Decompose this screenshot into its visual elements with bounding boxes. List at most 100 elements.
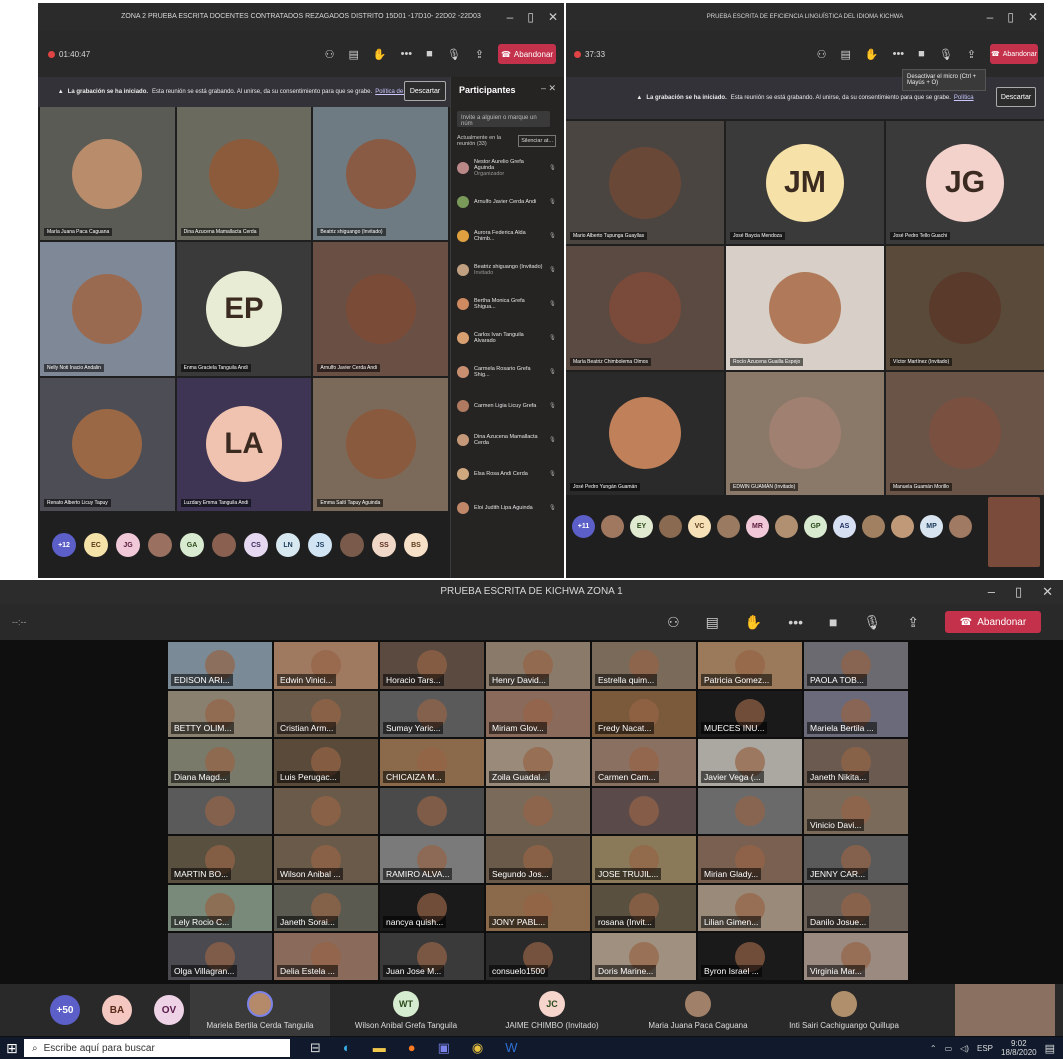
video-tile[interactable]: Zoila Guadal... (486, 739, 590, 786)
video-tile[interactable] (380, 787, 484, 835)
roster-participant[interactable]: Maria Juana Paca Caguana (628, 984, 768, 1036)
discard-button[interactable]: Descartar (404, 81, 446, 101)
video-tile[interactable]: Danilo Josue... (804, 884, 908, 932)
roster-participant[interactable]: Inti Sairi Cachiguango Quillupa (774, 984, 914, 1036)
video-tile[interactable]: EDWIN GUAMÁN (Invitado) (726, 371, 884, 495)
participant-list-item[interactable]: Eloi Judith Lipa Aguinda 🎙 (457, 497, 556, 519)
roster-avatar[interactable]: OV (154, 995, 184, 1025)
camera-icon[interactable]: ■ (426, 48, 433, 60)
video-tile[interactable]: PAOLA TOB... (804, 642, 908, 689)
video-tile[interactable]: Horacio Tars... (380, 642, 484, 689)
chat-icon[interactable]: ▤ (840, 48, 850, 61)
participant-list-item[interactable]: Carmen Ligia Licuy Grefa 🎙 (457, 395, 556, 417)
leave-button[interactable]: ☎ Abandonar (498, 44, 556, 64)
microphone-icon[interactable]: 🎙 (447, 48, 461, 61)
participant-list-item[interactable]: Dina Azucena Mamallacta Cerda 🎙 (457, 429, 556, 451)
video-tile[interactable]: Renato Alberto Licuy Tapuy (40, 377, 175, 511)
participants-icon[interactable]: ⚇ (667, 614, 680, 631)
raise-hand-icon[interactable]: ✋ (865, 48, 879, 61)
roster-avatar[interactable]: BS (404, 533, 428, 557)
share-screen-icon[interactable]: ⇪ (967, 48, 976, 61)
video-tile[interactable]: Manuela Guamán Morillo (886, 371, 1044, 495)
video-tile[interactable]: Luis Perugac... (274, 739, 378, 786)
video-tile[interactable]: Byron Israel ... (698, 933, 802, 980)
maximize-icon[interactable]: ▯ (527, 3, 534, 31)
video-tile[interactable]: Emma Saltí Tapuy Aguinda (313, 377, 448, 511)
video-tile[interactable]: María Beatriz Chimbolema Olmos (566, 246, 724, 370)
participant-list-item[interactable]: Carlos Ivan Tanguila Alvarado 🎙 (457, 327, 556, 349)
roster-avatar[interactable]: +11 (572, 515, 595, 538)
chat-icon[interactable]: ▤ (348, 48, 358, 61)
privacy-link[interactable]: Política (954, 95, 974, 101)
close-icon[interactable]: ✕ (548, 3, 558, 31)
video-tile[interactable]: Víctor Martínez (Invitado) (886, 246, 1044, 370)
roster-avatar[interactable]: VC (688, 515, 711, 538)
share-screen-icon[interactable]: ⇪ (907, 614, 919, 631)
video-tile[interactable]: consuelo1500 (486, 933, 590, 980)
video-tile[interactable]: nancya quish... (380, 884, 484, 932)
roster-avatar[interactable]: AS (833, 515, 856, 538)
video-tile[interactable]: Rocío Azucena Guailla Espejo (726, 246, 884, 370)
video-tile[interactable]: Estrella quim... (592, 642, 696, 689)
minimize-icon[interactable]: – (988, 580, 995, 604)
roster-avatar[interactable]: MP (920, 515, 943, 538)
raise-hand-icon[interactable]: ✋ (373, 48, 387, 61)
roster-avatar[interactable] (949, 515, 972, 538)
clock-date[interactable]: 18/8/2020 (1001, 1048, 1037, 1057)
taskbar-search-input[interactable]: ⌕ Escribe aquí para buscar (24, 1039, 290, 1057)
video-tile[interactable]: Edwin Vinici... (274, 642, 378, 689)
video-tile[interactable]: JONY PABL... (486, 884, 590, 932)
participant-list-item[interactable]: Bertha Monica Grefa Shigua... 🎙 (457, 293, 556, 315)
leave-button[interactable]: ☎ Abandonar (990, 44, 1038, 64)
roster-participant[interactable]: Mariela Bertila Cerda Tanguila (190, 984, 330, 1036)
roster-avatar[interactable] (891, 515, 914, 538)
video-tile[interactable] (592, 787, 696, 835)
video-tile[interactable]: Doris Marine... (592, 933, 696, 980)
more-options-icon[interactable]: ••• (893, 48, 905, 60)
chat-icon[interactable]: ▤ (706, 614, 719, 631)
roster-avatar[interactable] (212, 533, 236, 557)
video-tile[interactable]: Arnulfo Javier Cerda Andi (313, 242, 448, 376)
word-icon[interactable]: W (505, 1040, 517, 1056)
video-tile[interactable]: LA Luzdary Emma Tanguila Andi (176, 377, 312, 511)
camera-icon[interactable]: ■ (918, 48, 925, 60)
video-tile[interactable]: Janeth Nikita... (804, 739, 908, 786)
video-tile[interactable]: Patricia Gomez... (698, 642, 802, 689)
roster-avatar[interactable] (862, 515, 885, 538)
windows-start-icon[interactable]: ⊞ (6, 1040, 18, 1057)
video-tile[interactable]: RAMIRO ALVA... (380, 836, 484, 883)
video-tile[interactable]: Cristian Arm... (274, 690, 378, 738)
roster-avatar[interactable] (717, 515, 740, 538)
roster-avatar[interactable]: JS (308, 533, 332, 557)
notifications-icon[interactable]: ▤ (1045, 1042, 1055, 1055)
video-tile[interactable]: Lilian Gimen... (698, 884, 802, 932)
participants-icon[interactable]: ⚇ (817, 48, 827, 61)
roster-avatar[interactable] (659, 515, 682, 538)
microphone-icon[interactable]: 🎙 (939, 48, 953, 61)
volume-icon[interactable]: ◁) (960, 1044, 969, 1053)
roster-avatar[interactable] (340, 533, 364, 557)
close-icon[interactable]: ✕ (1042, 580, 1053, 604)
video-tile[interactable]: EDISON ARI... (168, 642, 272, 689)
video-tile[interactable]: Miriam Glov... (486, 690, 590, 738)
video-tile[interactable]: Dina Azucena Mamallacta Cerda (176, 107, 312, 241)
video-tile[interactable]: EP Enma Graciela Tanguila Andi (176, 242, 312, 376)
video-tile[interactable]: Nelly Noti Inacio Andalin (40, 242, 175, 376)
video-tile[interactable] (486, 787, 590, 835)
clock-time[interactable]: 9:02 (1011, 1039, 1027, 1048)
video-tile[interactable]: Javier Vega (... (698, 739, 802, 786)
video-tile[interactable]: Sumay Yaric... (380, 690, 484, 738)
video-tile[interactable]: JOSE TRUJIL... (592, 836, 696, 883)
video-tile[interactable]: JM José Baycia Mendoza (726, 121, 884, 245)
maximize-icon[interactable]: ▯ (1015, 580, 1022, 604)
video-tile[interactable]: Virginia Mar... (804, 933, 908, 980)
roster-avatar[interactable]: BA (102, 995, 132, 1025)
leave-button[interactable]: ☎ Abandonar (945, 611, 1041, 633)
roster-avatar[interactable]: EY (630, 515, 653, 538)
video-tile[interactable]: Olga Villagran... (168, 933, 272, 980)
roster-participant[interactable]: JC JAIME CHIMBO (Invitado) (482, 984, 622, 1036)
maximize-icon[interactable]: ▯ (1007, 3, 1014, 31)
input-language[interactable]: ESP (977, 1044, 993, 1053)
minimize-icon[interactable]: – (987, 3, 994, 31)
task-view-icon[interactable]: ⊟ (310, 1040, 321, 1056)
